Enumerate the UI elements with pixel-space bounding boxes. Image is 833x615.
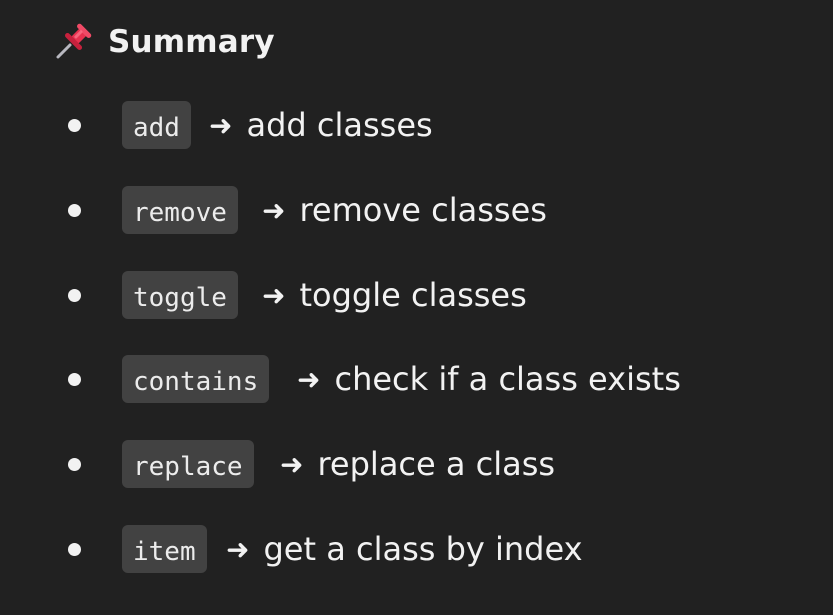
list-item-description: ➜ add classes xyxy=(209,101,433,149)
arrow-icon: ➜ xyxy=(297,362,321,396)
bullet-icon xyxy=(68,289,81,302)
code-snippet: replace xyxy=(122,440,254,488)
description-text: add classes xyxy=(246,106,433,144)
bullet-icon xyxy=(68,458,81,471)
code-snippet: toggle xyxy=(122,271,238,319)
code-snippet: add xyxy=(122,101,191,149)
summary-panel: Summary add ➜ add classes remove ➜ remov… xyxy=(0,0,833,615)
arrow-icon: ➜ xyxy=(262,278,286,312)
bullet-icon xyxy=(68,543,81,556)
description-text: remove classes xyxy=(299,191,547,229)
code-snippet: contains xyxy=(122,355,270,403)
description-text: toggle classes xyxy=(299,276,527,314)
list-item-description: ➜ get a class by index xyxy=(226,525,583,573)
arrow-icon: ➜ xyxy=(262,193,286,227)
list-item-description: ➜ replace a class xyxy=(280,440,555,488)
list-item-description: ➜ check if a class exists xyxy=(297,355,681,403)
arrow-icon: ➜ xyxy=(209,108,233,142)
description-text: replace a class xyxy=(317,445,556,483)
bullet-icon xyxy=(68,119,81,132)
arrow-icon: ➜ xyxy=(280,447,304,481)
arrow-icon: ➜ xyxy=(226,532,250,566)
list-item-description: ➜ remove classes xyxy=(262,186,547,234)
description-text: get a class by index xyxy=(263,530,583,568)
code-snippet: item xyxy=(122,525,207,573)
bullet-icon xyxy=(68,204,81,217)
list-item-description: ➜ toggle classes xyxy=(262,271,527,319)
description-text: check if a class exists xyxy=(334,360,681,398)
summary-list: add ➜ add classes remove ➜ remove classe… xyxy=(0,0,833,615)
code-snippet: remove xyxy=(122,186,238,234)
bullet-icon xyxy=(68,373,81,386)
